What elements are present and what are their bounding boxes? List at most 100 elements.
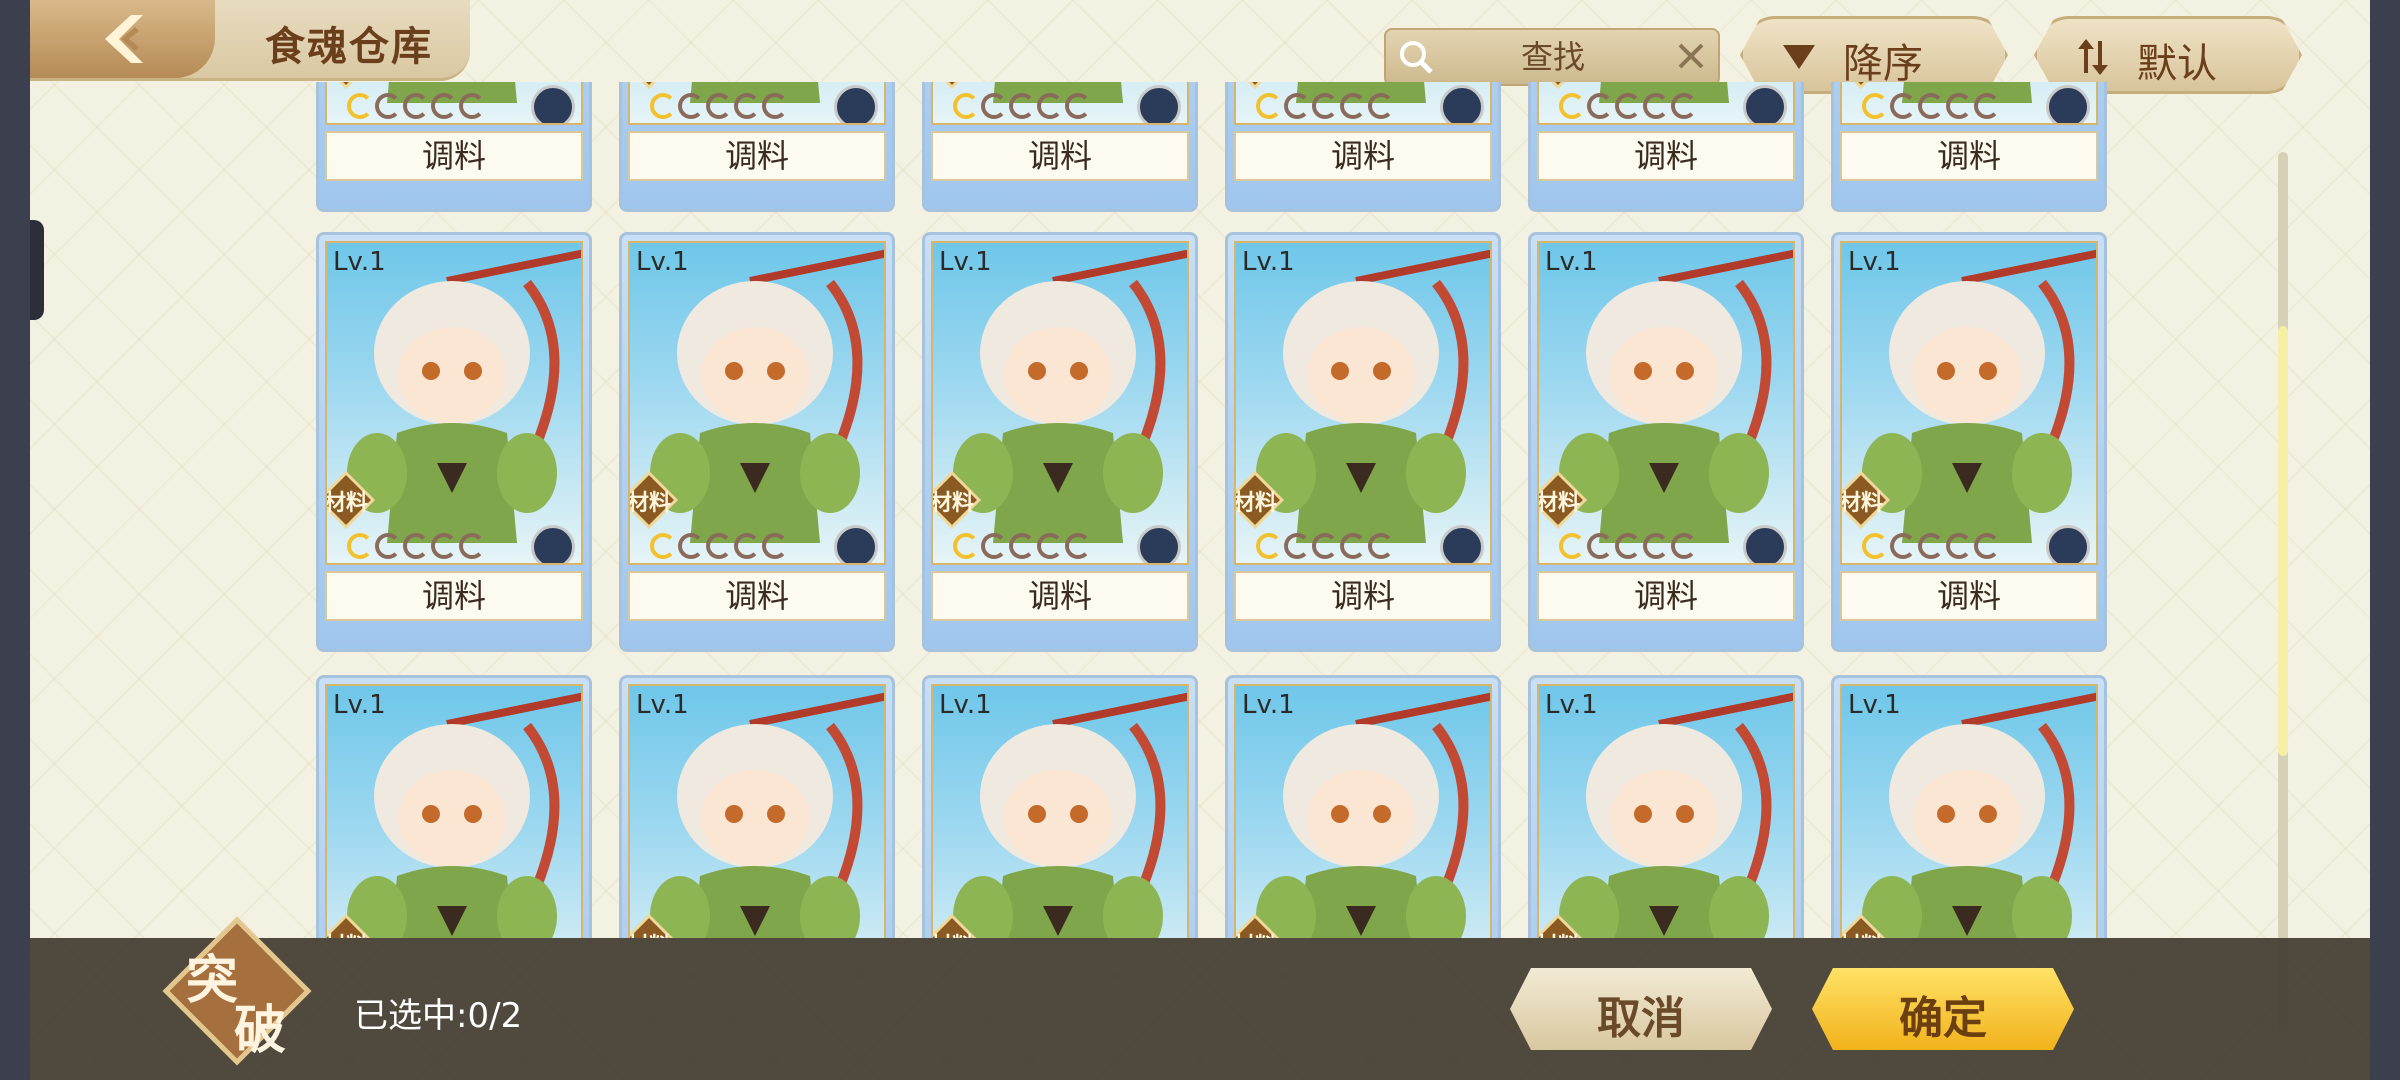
material-tag-label: 材料 <box>628 491 671 516</box>
material-tag <box>327 82 375 89</box>
card-art: Lv.1 材料 <box>628 241 886 565</box>
food-soul-card[interactable]: Lv.1 材料 调料 <box>1225 232 1501 652</box>
card-art: Lv.1 材料 <box>1234 684 1492 938</box>
material-tag-label: 材料 <box>1236 928 1284 938</box>
star-icon <box>431 93 457 119</box>
star-icon <box>953 533 979 559</box>
mode-char-2: 破 <box>234 1000 287 1061</box>
star-icon <box>1312 533 1338 559</box>
confirm-button[interactable]: 确定 <box>1812 968 2074 1050</box>
card-name: 调料 <box>325 571 583 621</box>
star-icon <box>762 533 788 559</box>
material-tag-label: 材料 <box>630 928 678 938</box>
food-soul-card[interactable]: Lv.1 材料 <box>619 675 895 938</box>
material-tag: 材料 <box>327 914 375 938</box>
star-icon <box>981 93 1007 119</box>
star-icon <box>1037 93 1063 119</box>
star-icon <box>1671 93 1697 119</box>
rarity-stars <box>1256 93 1394 123</box>
element-emblem-icon <box>1440 85 1484 123</box>
card-art <box>325 82 583 125</box>
element-emblem-icon <box>834 85 878 123</box>
element-emblem-icon <box>1137 85 1181 123</box>
scrollbar[interactable] <box>2278 152 2288 1032</box>
star-icon <box>1918 93 1944 119</box>
rarity-stars <box>1862 533 2000 563</box>
card-name: 调料 <box>628 131 886 181</box>
star-icon <box>459 93 485 119</box>
search-input[interactable] <box>1446 36 1660 78</box>
material-tag: 材料 <box>327 471 375 529</box>
back-button[interactable] <box>30 0 215 78</box>
card-art: Lv.1 材料 <box>1840 684 2098 938</box>
card-level: Lv.1 <box>939 690 992 720</box>
star-icon <box>650 533 676 559</box>
food-soul-card[interactable]: Lv.1 材料 <box>1225 675 1501 938</box>
food-soul-card[interactable]: Lv.1 材料调料 <box>619 232 895 652</box>
default-sort-label: 默认 <box>2137 41 2217 87</box>
food-soul-card[interactable]: Lv.1 材料 <box>1831 675 2107 938</box>
card-art: Lv.1 材料 <box>1840 241 2098 565</box>
material-tag: 材料 <box>933 914 981 938</box>
card-level: Lv.1 <box>1848 690 1901 720</box>
star-icon <box>1256 93 1282 119</box>
star-icon <box>375 533 401 559</box>
material-tag-label: 材料 <box>1537 491 1580 516</box>
breakthrough-badge: 突 破 <box>162 916 312 1066</box>
food-soul-card[interactable]: Lv.1 材料 调料 <box>1831 232 2107 652</box>
cancel-button[interactable]: 取消 <box>1510 968 1772 1050</box>
rarity-stars <box>1256 533 1394 563</box>
top-bar: 食魂仓库 降序 默认 <box>30 0 2370 94</box>
food-soul-card[interactable]: Lv.1 材料 <box>316 675 592 938</box>
scrollbar-thumb[interactable] <box>2278 326 2288 756</box>
food-soul-card[interactable]: 调料 <box>1225 82 1501 212</box>
diamond-icon <box>1247 82 1263 89</box>
side-tab[interactable] <box>30 220 44 320</box>
element-emblem-icon <box>2046 525 2090 563</box>
star-icon <box>953 93 979 119</box>
food-soul-card[interactable]: 调料 <box>316 82 592 212</box>
food-soul-card[interactable]: Lv.1 材料 调料 <box>1528 232 1804 652</box>
search-box[interactable] <box>1384 28 1720 86</box>
star-icon <box>981 533 1007 559</box>
diamond-icon <box>944 82 960 89</box>
close-icon[interactable] <box>1674 39 1708 73</box>
mode-char-1: 突 <box>186 950 239 1011</box>
search-icon <box>1400 41 1433 74</box>
food-soul-card[interactable]: 调料 <box>922 82 1198 212</box>
main-frame: 食魂仓库 降序 默认 <box>30 0 2370 1080</box>
rarity-stars <box>650 533 788 563</box>
element-emblem-icon <box>2046 85 2090 123</box>
card-level: Lv.1 <box>1545 247 1598 277</box>
star-icon <box>1890 533 1916 559</box>
star-icon <box>1559 533 1585 559</box>
star-icon <box>1918 533 1944 559</box>
star-icon <box>1974 533 2000 559</box>
element-emblem-icon <box>531 525 575 563</box>
card-name: 调料 <box>628 571 886 621</box>
food-soul-card[interactable]: 调料 <box>1528 82 1804 212</box>
food-soul-card[interactable]: 调料 <box>619 82 895 212</box>
rarity-stars <box>1559 533 1697 563</box>
food-soul-card[interactable]: 调料 <box>1831 82 2107 212</box>
food-soul-card[interactable]: Lv.1 材料 <box>1528 675 1804 938</box>
card-art <box>1234 82 1492 125</box>
star-icon <box>1615 533 1641 559</box>
card-name: 调料 <box>1234 571 1492 621</box>
star-icon <box>1065 93 1091 119</box>
food-soul-card[interactable]: Lv.1 材料 <box>922 675 1198 938</box>
star-icon <box>678 533 704 559</box>
card-name: 调料 <box>931 571 1189 621</box>
star-icon <box>1671 533 1697 559</box>
rarity-stars <box>347 533 485 563</box>
food-soul-card[interactable]: Lv.1 材料 调料 <box>316 232 592 652</box>
card-art: Lv.1 材料 <box>325 684 583 938</box>
card-art: Lv.1 材料 <box>931 241 1189 565</box>
character-portrait-icon <box>953 692 1187 938</box>
diamond-icon <box>338 82 354 89</box>
star-icon <box>459 533 485 559</box>
food-soul-card[interactable]: Lv.1 材料调料 <box>922 232 1198 652</box>
card-level: Lv.1 <box>636 690 689 720</box>
element-emblem-icon <box>1743 85 1787 123</box>
star-icon <box>1587 93 1613 119</box>
